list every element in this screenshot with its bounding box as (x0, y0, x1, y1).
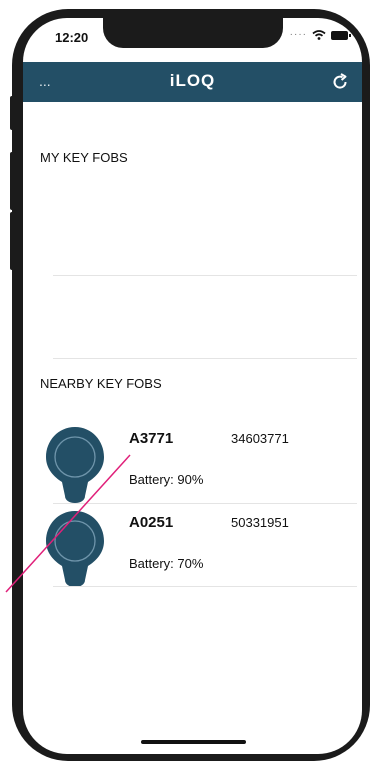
nearby-key-fobs-header: NEARBY KEY FOBS (40, 376, 162, 391)
divider (53, 275, 357, 276)
fob-name: A0251 (129, 514, 174, 531)
list-item[interactable]: A0251 50331951 Battery: 70% (23, 500, 362, 587)
key-fob-icon (46, 427, 104, 503)
refresh-icon[interactable] (330, 72, 350, 92)
fob-name: A3771 (129, 430, 174, 447)
phone-volume-up (10, 152, 16, 210)
list-item[interactable]: A3771 34603771 Battery: 90% (23, 416, 362, 503)
fob-battery: Battery: 90% (129, 472, 204, 487)
phone-mute-switch (10, 96, 16, 130)
divider (53, 586, 357, 587)
wifi-icon (312, 30, 326, 40)
phone-volume-down (10, 212, 16, 270)
key-fob-icon (46, 511, 104, 587)
status-time: 12:20 (55, 30, 89, 45)
notch (103, 18, 283, 48)
fob-serial: 50331951 (231, 515, 289, 530)
fob-serial: 34603771 (231, 431, 289, 446)
battery-icon (331, 30, 351, 40)
fob-battery: Battery: 70% (129, 556, 204, 571)
cellular-dots-icon: ···· (289, 29, 307, 40)
navigation-bar: ... iLOQ (23, 62, 362, 102)
my-key-fobs-header: MY KEY FOBS (40, 150, 128, 165)
home-indicator (141, 740, 246, 744)
app-title-logo: iLOQ (169, 71, 216, 90)
phone-screen: 12:20 ···· ... iLOQ MY KEY FOBS NEARBY K… (23, 18, 362, 754)
divider (53, 358, 357, 359)
status-icons: ···· (289, 29, 351, 40)
